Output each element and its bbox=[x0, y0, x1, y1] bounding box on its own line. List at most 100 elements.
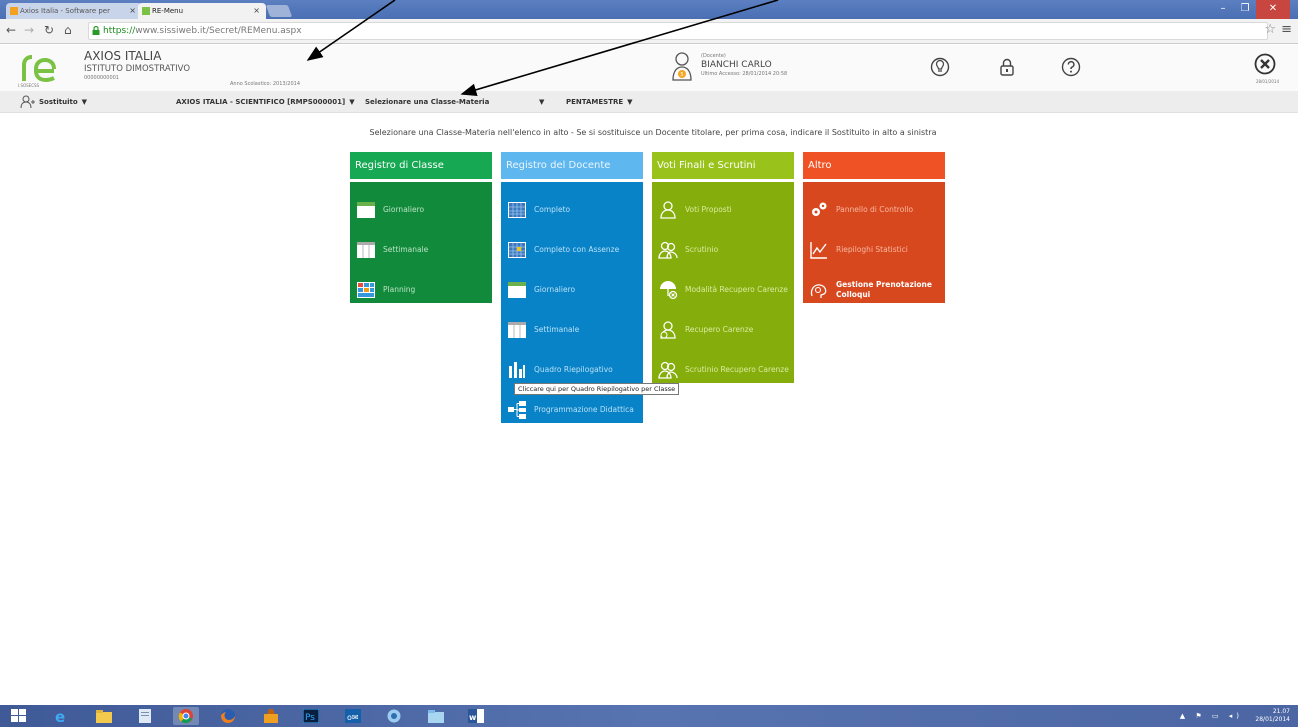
periodo-select-value: PENTAMESTRE bbox=[566, 98, 624, 106]
url-path: www.sissiweb.it/Secret/REMenu.aspx bbox=[135, 26, 302, 36]
media-taskbar[interactable] bbox=[258, 707, 284, 725]
caret-down-icon[interactable]: ▼ bbox=[539, 91, 544, 113]
user-role: (Docente) bbox=[701, 53, 726, 59]
instruction-text: Selezionare una Classe-Materia nell'elen… bbox=[369, 128, 937, 137]
browser-menu-icon[interactable]: ≡ bbox=[1281, 22, 1292, 37]
periodo-dropdown[interactable]: PENTAMESTRE ▼ bbox=[566, 91, 633, 113]
lightbulb-icon[interactable] bbox=[930, 57, 950, 77]
gestione-prenotazione-colloqui[interactable]: Gestione Prenotazione Colloqui bbox=[803, 270, 945, 310]
reload-icon[interactable]: ↻ bbox=[44, 23, 54, 37]
voti-finali-panel: Voti Finali e Scrutini Voti Proposti Scr… bbox=[652, 152, 794, 383]
modalita-recupero-carenze[interactable]: Modalità Recupero Carenze bbox=[652, 270, 794, 310]
panel-title: Registro di Classe bbox=[350, 152, 492, 179]
axios-favicon-icon bbox=[10, 7, 18, 15]
school-year: Anno Scolastico: 2013/2014 bbox=[230, 81, 301, 87]
chrome-taskbar[interactable] bbox=[173, 707, 199, 725]
photoshop-taskbar[interactable]: Ps bbox=[298, 707, 324, 725]
stats-chart-icon bbox=[810, 242, 827, 259]
talk-heads-icon bbox=[810, 284, 827, 298]
pannello-di-controllo[interactable]: Pannello di Controllo bbox=[803, 190, 945, 230]
classe-materia-dropdown[interactable]: Selezionare una Classe-Materia bbox=[365, 91, 489, 113]
registro-classe-settimanale[interactable]: Settimanale bbox=[350, 230, 492, 270]
document-icon bbox=[139, 709, 151, 723]
help-icon[interactable] bbox=[1061, 57, 1081, 77]
gears-icon bbox=[812, 202, 827, 216]
folder-icon bbox=[428, 710, 444, 723]
tooltip: Cliccare qui per Quadro Riepilogativo pe… bbox=[514, 383, 680, 395]
internet-explorer-icon: e bbox=[55, 709, 65, 723]
scrutinio[interactable]: Scrutinio bbox=[652, 230, 794, 270]
outlook-taskbar[interactable]: o✉ bbox=[340, 707, 366, 725]
daily-register-icon bbox=[357, 202, 375, 218]
windows-taskbar: e Ps o✉ w ▲ ⚑ ▭ ◂) 21.07 28/01/2014 bbox=[0, 705, 1298, 727]
school-info: AXIOS ITALIA ISTITUTO DIMOSTRATIVO 00000… bbox=[84, 49, 190, 81]
folder-icon bbox=[96, 710, 112, 723]
forward-arrow-icon[interactable]: → bbox=[24, 23, 34, 37]
window-close-icon[interactable]: ✕ bbox=[1256, 0, 1290, 19]
school-dropdown[interactable]: AXIOS ITALIA - SCIENTIFICO [RMPS000001] ▼ bbox=[176, 91, 355, 113]
planning-icon bbox=[357, 282, 375, 298]
logo-caption: I.SOSECSS bbox=[18, 83, 40, 88]
recupero-carenze[interactable]: Recupero Carenze bbox=[652, 310, 794, 350]
sostituito-dropdown[interactable]: Sostituito ▼ bbox=[20, 91, 87, 113]
ie-taskbar[interactable]: e bbox=[48, 707, 74, 725]
institute-name: ISTITUTO DIMOSTRATIVO bbox=[84, 64, 191, 74]
panel-title: Altro bbox=[803, 152, 945, 179]
school-name: AXIOS ITALIA bbox=[84, 49, 162, 63]
caret-down-icon: ▼ bbox=[81, 98, 88, 106]
padlock-icon[interactable] bbox=[997, 57, 1017, 77]
registro-classe-giornaliero[interactable]: Giornaliero bbox=[350, 190, 492, 230]
svg-text:o✉: o✉ bbox=[347, 713, 359, 722]
riepiloghi-statistici[interactable]: Riepiloghi Statistici bbox=[803, 230, 945, 270]
photoshop-icon: Ps bbox=[303, 709, 319, 723]
start-button[interactable] bbox=[6, 707, 32, 725]
sostituito-label: Sostituito bbox=[39, 98, 78, 106]
new-tab-button[interactable] bbox=[265, 5, 293, 17]
registro-classe-planning[interactable]: Planning bbox=[350, 270, 492, 310]
voti-proposti[interactable]: Voti Proposti bbox=[652, 190, 794, 230]
tab-axios-italia[interactable]: Axios Italia - Software per × bbox=[6, 3, 142, 19]
registro-docente-completo[interactable]: Completo bbox=[501, 190, 643, 230]
bookmark-star-icon[interactable]: ☆ bbox=[1264, 22, 1276, 37]
maximize-icon[interactable]: ❐ bbox=[1234, 0, 1256, 19]
registro-docente-settimanale[interactable]: Settimanale bbox=[501, 310, 643, 350]
panel-title: Registro del Docente bbox=[501, 152, 643, 179]
system-tray-icons[interactable]: ▲ ⚑ ▭ ◂) bbox=[1180, 712, 1243, 720]
notepad-taskbar[interactable] bbox=[132, 707, 158, 725]
url-input[interactable]: https://www.sissiweb.it/Secret/REMenu.as… bbox=[88, 22, 1268, 40]
registro-docente-programmazione-didattica[interactable]: Programmazione Didattica bbox=[501, 390, 643, 430]
school-code: 00000000001 bbox=[84, 75, 119, 81]
re-logo[interactable] bbox=[20, 51, 60, 85]
registro-docente-completo-assenze[interactable]: Completo con Assenze bbox=[501, 230, 643, 270]
files-taskbar[interactable] bbox=[423, 707, 449, 725]
close-tab-icon[interactable]: × bbox=[253, 3, 260, 19]
clock-time: 21.07 bbox=[1272, 708, 1290, 715]
logout-close-icon[interactable] bbox=[1254, 53, 1276, 75]
svg-text:w: w bbox=[469, 713, 477, 722]
registro-classe-panel: Registro di Classe Giornaliero Settimana… bbox=[350, 152, 492, 303]
back-arrow-icon[interactable]: ← bbox=[6, 23, 16, 37]
weekly-register-icon bbox=[508, 322, 526, 338]
bar-chart-icon bbox=[509, 362, 525, 378]
word-taskbar[interactable]: w bbox=[463, 707, 489, 725]
user-icon[interactable]: 5 bbox=[671, 51, 693, 81]
hierarchy-icon bbox=[508, 401, 526, 419]
app-taskbar[interactable] bbox=[381, 707, 407, 725]
user-badge: 5 bbox=[680, 72, 683, 78]
firefox-taskbar[interactable] bbox=[215, 707, 241, 725]
users-group-icon bbox=[658, 361, 678, 379]
weekly-register-icon bbox=[357, 242, 375, 258]
users-group-icon bbox=[658, 241, 678, 259]
home-icon[interactable]: ⌂ bbox=[64, 23, 72, 37]
tab-re-menu[interactable]: RE-Menu × bbox=[138, 3, 266, 19]
outlook-icon: o✉ bbox=[345, 709, 361, 723]
registro-docente-giornaliero[interactable]: Giornaliero bbox=[501, 270, 643, 310]
close-tab-icon[interactable]: × bbox=[129, 3, 136, 19]
panel-body: Pannello di Controllo Riepiloghi Statist… bbox=[803, 182, 945, 303]
minimize-icon[interactable]: – bbox=[1212, 0, 1234, 19]
explorer-taskbar[interactable] bbox=[91, 707, 117, 725]
clock[interactable]: 21.07 28/01/2014 bbox=[1255, 708, 1290, 724]
classe-select-value: Selezionare una Classe-Materia bbox=[365, 98, 490, 106]
media-center-icon bbox=[264, 709, 278, 723]
panel-body: Giornaliero Settimanale Planning bbox=[350, 182, 492, 303]
